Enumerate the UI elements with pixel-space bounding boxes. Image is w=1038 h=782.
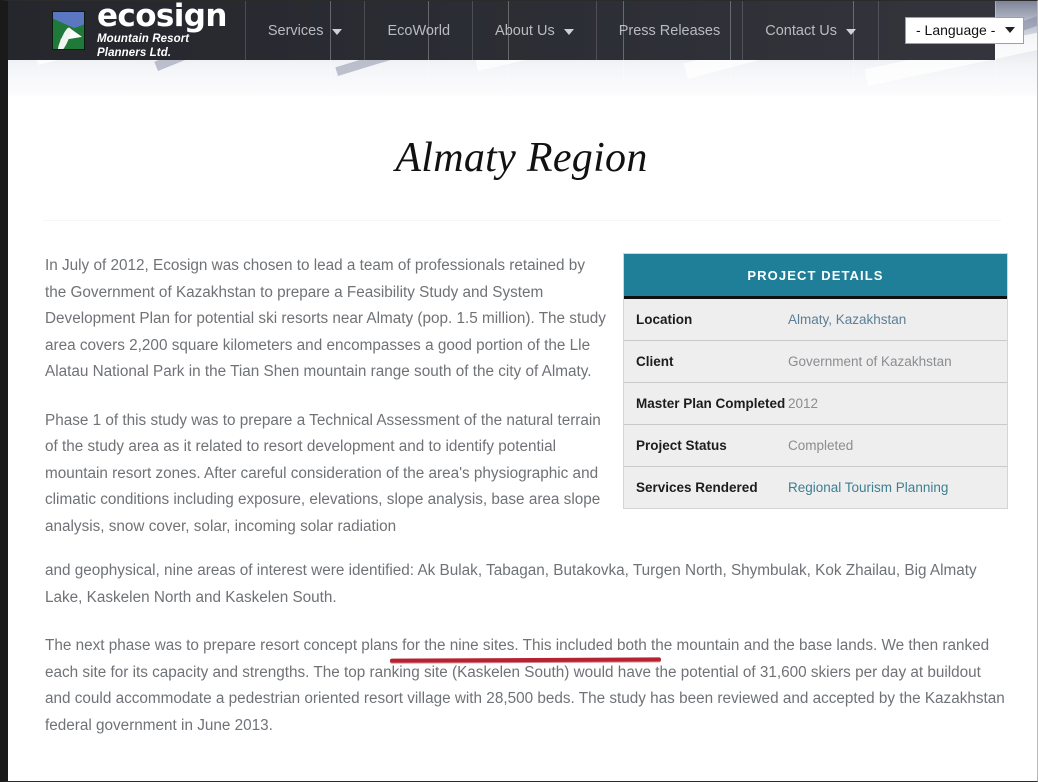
annotated-paragraph-wrapper: The next phase was to prepare resort con…: [45, 633, 1007, 739]
logo-name: ecosign: [97, 0, 227, 34]
menu-item-contact-us[interactable]: Contact Us: [742, 1, 879, 60]
language-select-value: - Language -: [915, 22, 996, 38]
logo-text: ecosign Mountain Resort Planners Ltd.: [97, 1, 227, 60]
main-menu: Services EcoWorld About Us Press Release…: [244, 1, 879, 60]
menu-item-services[interactable]: Services: [244, 1, 365, 60]
chevron-down-icon: [845, 28, 856, 35]
menu-item-label: Press Releases: [618, 22, 721, 39]
menu-item-label: About Us: [495, 22, 555, 39]
detail-key: Project Status: [636, 438, 727, 453]
detail-key: Location: [636, 312, 693, 327]
article-paragraph-1: In July of 2012, Ecosign was chosen to l…: [45, 257, 606, 380]
table-row: Client Government of Kazakhstan: [624, 341, 1007, 383]
detail-value-services-rendered[interactable]: Regional Tourism Planning: [788, 478, 948, 497]
detail-value-location[interactable]: Almaty, Kazakhstan: [788, 310, 906, 329]
project-details-column: PROJECT DETAILS Location Almaty, Kazakhs…: [623, 253, 1013, 509]
article-paragraph-3: and geophysical, nine areas of interest …: [45, 562, 977, 606]
project-details-heading: PROJECT DETAILS: [624, 254, 1007, 299]
menu-item-label: Contact Us: [765, 22, 837, 39]
menu-item-label: Services: [267, 22, 324, 39]
table-row: Services Rendered Regional Tourism Plann…: [624, 467, 1007, 508]
site-navbar: ecosign Mountain Resort Planners Ltd. Se…: [8, 1, 1025, 60]
menu-item-ecoworld[interactable]: EcoWorld: [364, 1, 472, 60]
language-select[interactable]: - Language -: [904, 17, 1025, 44]
table-row: Master Plan Completed 2012: [624, 383, 1007, 425]
chevron-down-icon: [332, 28, 343, 35]
site-logo[interactable]: ecosign Mountain Resort Planners Ltd.: [52, 1, 227, 60]
menu-item-label: EcoWorld: [387, 22, 451, 39]
title-divider: [43, 220, 1001, 221]
detail-key: Master Plan Completed: [636, 396, 786, 411]
table-row: Location Almaty, Kazakhstan: [624, 299, 1007, 341]
detail-key: Client: [636, 354, 674, 369]
article-paragraph-4: The next phase was to prepare resort con…: [45, 637, 1005, 734]
detail-value-project-status: Completed: [788, 438, 854, 453]
menu-item-about-us[interactable]: About Us: [472, 1, 596, 60]
detail-value-client: Government of Kazakhstan: [788, 354, 952, 369]
browser-page: ecosign Mountain Resort Planners Ltd. Se…: [0, 0, 1038, 782]
mountain-logo-icon: [52, 11, 85, 50]
menu-item-press-releases[interactable]: Press Releases: [595, 1, 743, 60]
article-bottom: and geophysical, nine areas of interest …: [36, 558, 1007, 739]
detail-value-master-plan-completed: 2012: [788, 396, 819, 411]
chevron-down-icon: [1005, 27, 1016, 33]
page-title: Almaty Region: [395, 135, 648, 181]
article-paragraph-2: Phase 1 of this study was to prepare a T…: [45, 411, 601, 535]
logo-tagline: Mountain Resort Planners Ltd.: [97, 33, 190, 59]
article-column: In July of 2012, Ecosign was chosen to l…: [36, 253, 616, 562]
chevron-down-icon: [563, 28, 574, 35]
table-row: Project Status Completed: [624, 425, 1007, 467]
detail-key: Services Rendered: [636, 480, 758, 495]
project-details-table: PROJECT DETAILS Location Almaty, Kazakhs…: [623, 253, 1008, 509]
content-columns: In July of 2012, Ecosign was chosen to l…: [36, 253, 1008, 562]
page-content: Almaty Region In July of 2012, Ecosign w…: [8, 96, 1037, 761]
